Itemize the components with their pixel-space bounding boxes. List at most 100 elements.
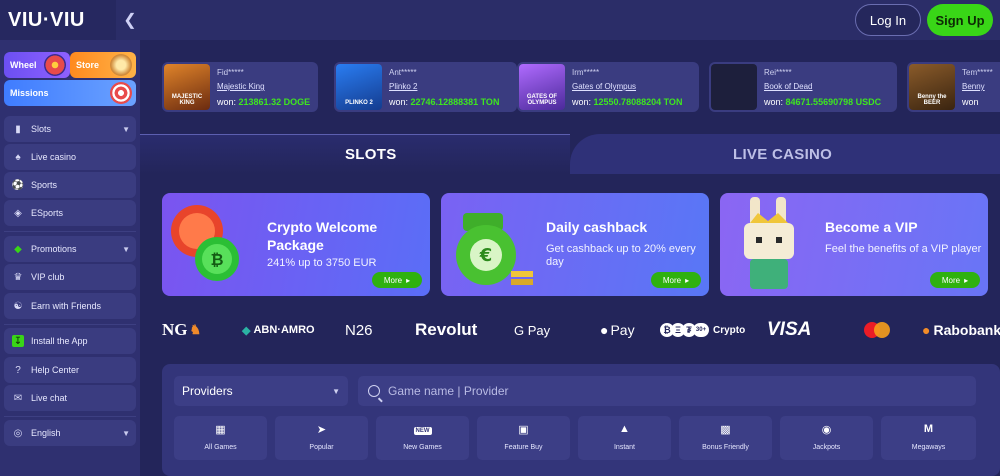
banner-more-button[interactable]: More ▸ xyxy=(651,272,701,288)
help-icon: ? xyxy=(15,364,21,376)
tab-live-casino[interactable]: LIVE CASINO xyxy=(733,146,832,163)
slot-icon: ▮ xyxy=(15,123,21,135)
sidebar-promo-missions[interactable]: Missions xyxy=(4,80,136,106)
payment-logo-ng: NG ♞ xyxy=(162,320,202,339)
chevron-down-icon: ▼ xyxy=(122,428,130,438)
win-card[interactable]: Benny the BEER Tem***** Benny won xyxy=(907,62,1000,112)
vip-bunny-icon xyxy=(744,197,794,289)
category-label: Jackpots xyxy=(812,444,841,451)
sidebar-item-slots[interactable]: ▮ Slots ▼ xyxy=(4,116,136,142)
recent-wins-strip: MAJESTIC KING Fid***** Majestic King won… xyxy=(162,62,1000,112)
target-icon xyxy=(110,82,132,104)
language-select[interactable]: ◎ English ▼ xyxy=(4,420,136,446)
moneybag-icon: ◉ xyxy=(821,424,832,436)
cards-icon: ♠ xyxy=(15,151,21,163)
sidebar-divider xyxy=(4,324,136,325)
payment-logo-visa: VISA xyxy=(767,319,812,340)
payment-logo-mastercard xyxy=(864,318,890,342)
win-amount: won xyxy=(962,97,979,107)
category-instant[interactable]: ▲ Instant xyxy=(578,416,671,460)
sidebar-item-label: Live casino xyxy=(31,152,77,162)
handshake-icon: ☯ xyxy=(13,300,23,312)
signup-button[interactable]: Sign Up xyxy=(927,4,993,36)
sidebar-item-sports[interactable]: ⚽ Sports xyxy=(4,172,136,198)
svg-text:₿: ₿ xyxy=(210,250,223,269)
login-button[interactable]: Log In xyxy=(855,4,921,36)
globe-icon: ◎ xyxy=(13,427,23,439)
win-card[interactable]: MAJESTIC KING Fid***** Majestic King won… xyxy=(162,62,318,112)
cart-icon: ▣ xyxy=(518,424,529,436)
sidebar-promo-wheel[interactable]: Wheel xyxy=(4,52,70,78)
category-megaways[interactable]: M Megaways xyxy=(881,416,976,460)
category-new-games[interactable]: NEW New Games xyxy=(376,416,469,460)
category-label: Megaways xyxy=(911,444,946,451)
winner-name: Rei***** xyxy=(764,68,792,77)
win-card[interactable]: Rei***** Book of Dead won: 84671.5569079… xyxy=(709,62,897,112)
category-label: New Games xyxy=(403,444,442,451)
payment-logo-apple-pay: ● Pay xyxy=(600,322,635,338)
sidebar-promo-store[interactable]: Store xyxy=(70,52,136,78)
sidebar-divider xyxy=(4,231,136,232)
sidebar-item-label: VIP club xyxy=(31,272,65,282)
sidebar-divider xyxy=(4,416,136,417)
language-label: English xyxy=(31,428,61,438)
sidebar-item-vip-club[interactable]: ♛ VIP club xyxy=(4,264,136,290)
banner-more-button[interactable]: More ▸ xyxy=(930,272,980,288)
payment-logo-crypto: ₿ Ξ ₮ 30+ Crypto xyxy=(660,318,745,342)
banner-description: 241% up to 3750 EUR xyxy=(267,257,377,269)
game-link[interactable]: Book of Dead xyxy=(764,82,812,91)
logo-text: VIU·VIU xyxy=(8,8,85,31)
sidebar-item-live-chat[interactable]: ✉ Live chat xyxy=(4,385,136,411)
providers-select[interactable]: Providers ▼ xyxy=(174,376,348,406)
game-link[interactable]: Plinko 2 xyxy=(389,82,417,91)
crypto-coins-icon: ₿ xyxy=(171,205,239,281)
game-thumbnail: Benny the BEER xyxy=(909,64,955,110)
category-label: Instant xyxy=(613,444,635,451)
chevron-right-icon: ▸ xyxy=(964,275,969,285)
game-thumbnail: GATES OF OLYMPUS xyxy=(519,64,565,110)
category-all-games[interactable]: ▦ All Games xyxy=(174,416,267,460)
promo-banner-daily-cashback[interactable]: € Daily cashback Get cashback up to 20% … xyxy=(441,193,709,296)
sidebar-item-install-app[interactable]: ↧ Install the App xyxy=(4,328,136,354)
sidebar-item-help-center[interactable]: ? Help Center xyxy=(4,357,136,383)
rocket-icon: ➤ xyxy=(316,424,327,436)
game-filter-panel: Providers ▼ Game name | Provider ▦ All G… xyxy=(162,364,1000,476)
sidebar-promo-label: Missions xyxy=(10,88,49,98)
new-badge-icon: NEW xyxy=(413,427,432,435)
sidebar-item-label: ESports xyxy=(31,208,64,218)
category-jackpots[interactable]: ◉ Jackpots xyxy=(780,416,873,460)
chevron-left-icon[interactable]: ❮ xyxy=(122,10,138,30)
promo-banner-vip[interactable]: Become a VIP Feel the benefits of a VIP … xyxy=(720,193,988,296)
category-feature-buy[interactable]: ▣ Feature Buy xyxy=(477,416,570,460)
game-link[interactable]: Gates of Olympus xyxy=(572,82,636,91)
win-card[interactable]: GATES OF OLYMPUS Irm***** Gates of Olymp… xyxy=(517,62,699,112)
sidebar-item-live-casino[interactable]: ♠ Live casino xyxy=(4,144,136,170)
tab-slots[interactable]: SLOTS xyxy=(345,146,397,163)
sidebar-item-label: Promotions xyxy=(31,244,77,254)
category-popular[interactable]: ➤ Popular xyxy=(275,416,368,460)
game-link[interactable]: Majestic King xyxy=(217,82,265,91)
promo-banner-crypto-welcome[interactable]: ₿ Crypto Welcome Package 241% up to 3750… xyxy=(162,193,430,296)
banner-more-button[interactable]: More ▸ xyxy=(372,272,422,288)
sidebar-item-label: Earn with Friends xyxy=(31,301,102,311)
winner-name: Tem***** xyxy=(962,68,993,77)
sidebar-item-label: Install the App xyxy=(31,336,88,346)
category-label: Popular xyxy=(309,444,334,451)
category-bonus-friendly[interactable]: ▩ Bonus Friendly xyxy=(679,416,772,460)
game-link[interactable]: Benny xyxy=(962,82,985,91)
win-card[interactable]: PLINKO 2 Ant***** Plinko 2 won: 22746.12… xyxy=(334,62,517,112)
sidebar-item-esports[interactable]: ◈ ESports xyxy=(4,200,136,226)
chevron-down-icon: ▼ xyxy=(332,386,340,396)
category-label: All Games xyxy=(204,444,237,451)
game-search-input[interactable]: Game name | Provider xyxy=(358,376,976,406)
providers-select-label: Providers xyxy=(182,384,233,398)
banner-description: Feel the benefits of a VIP player xyxy=(825,243,982,255)
game-thumbnail: MAJESTIC KING xyxy=(164,64,210,110)
m-icon: M xyxy=(923,423,934,435)
payment-logo-abn-amro: ◆ ABN·AMRO xyxy=(242,324,315,337)
sidebar-item-earn-with-friends[interactable]: ☯ Earn with Friends xyxy=(4,293,136,319)
download-icon: ↧ xyxy=(12,335,24,347)
sidebar-item-promotions[interactable]: ◆ Promotions ▼ xyxy=(4,236,136,262)
category-label: Feature Buy xyxy=(504,444,543,451)
logo[interactable]: VIU·VIU xyxy=(0,0,116,40)
